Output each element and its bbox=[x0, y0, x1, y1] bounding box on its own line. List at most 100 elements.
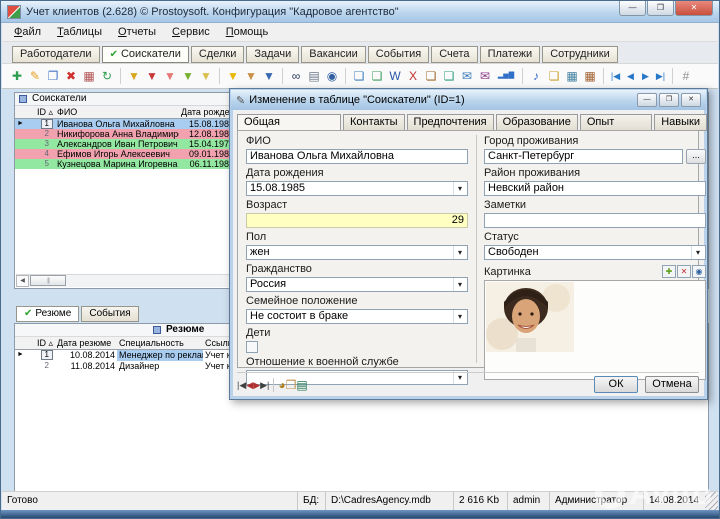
nav-next-icon[interactable]: ▶ bbox=[638, 67, 653, 85]
collapse-panel-icon[interactable] bbox=[19, 95, 27, 103]
resize-grip[interactable] bbox=[705, 492, 718, 511]
tab-staff[interactable]: Сотрудники bbox=[542, 46, 618, 63]
dropdown-arrow-icon[interactable]: ▾ bbox=[691, 246, 704, 259]
tab-invoices[interactable]: Счета bbox=[431, 46, 477, 63]
dropdown-arrow-icon[interactable]: ▾ bbox=[453, 310, 466, 323]
hotkeys-icon[interactable]: # bbox=[677, 67, 695, 85]
refresh-icon[interactable]: ↻ bbox=[98, 67, 116, 85]
dtab-experience[interactable]: Опыт работы bbox=[580, 114, 652, 131]
send-record-icon[interactable]: ❒ bbox=[286, 378, 297, 392]
resume-column-header-2[interactable]: Специальность bbox=[117, 337, 203, 349]
record-first-icon[interactable]: |◀ bbox=[237, 380, 246, 390]
citizenship-field[interactable]: Россия▾ bbox=[246, 277, 468, 292]
cancel-button[interactable]: Отмена bbox=[645, 376, 699, 393]
notes-icon[interactable]: ♪ bbox=[527, 67, 545, 85]
grid-view-icon[interactable]: ▦ bbox=[563, 67, 581, 85]
menu-reports[interactable]: Отчеты bbox=[110, 24, 164, 40]
dtab-general[interactable]: Общая информация bbox=[237, 114, 341, 131]
marital-field[interactable]: Не состоит в браке▾ bbox=[246, 309, 468, 324]
tab-vacancies[interactable]: Вакансии bbox=[301, 46, 366, 63]
filter-folder-icon[interactable]: ▼ bbox=[242, 67, 260, 85]
mail-merge-icon[interactable]: ✉ bbox=[476, 67, 494, 85]
filter-remove-icon[interactable]: ▼ bbox=[143, 67, 161, 85]
ok-button[interactable]: ОК bbox=[594, 376, 638, 393]
city-field[interactable]: Санкт-Петербург bbox=[484, 149, 683, 164]
filter-edit-icon[interactable]: ▼ bbox=[197, 67, 215, 85]
tab-tasks[interactable]: Задачи bbox=[246, 46, 299, 63]
record-last-icon[interactable]: ▶| bbox=[260, 380, 269, 390]
filter-clear-icon[interactable]: ▼ bbox=[161, 67, 179, 85]
dialog-minimize-button[interactable]: — bbox=[637, 93, 657, 107]
tab-payments[interactable]: Платежи bbox=[480, 46, 541, 63]
close-button[interactable]: ✕ bbox=[675, 1, 713, 16]
resume-column-header-1[interactable]: Дата резюме bbox=[55, 337, 117, 349]
grid-edit-icon[interactable]: ▦ bbox=[581, 67, 599, 85]
tasks-icon[interactable]: ❏ bbox=[545, 67, 563, 85]
menu-help[interactable]: Помощь bbox=[218, 24, 277, 40]
nav-last-icon[interactable]: ▶| bbox=[653, 67, 668, 85]
find-icon[interactable]: ∞ bbox=[287, 67, 305, 85]
maximize-button[interactable]: ❐ bbox=[647, 1, 674, 16]
tab-events[interactable]: События bbox=[368, 46, 429, 63]
tab-employers[interactable]: Работодатели bbox=[12, 46, 100, 63]
collapse-resume-panel-icon[interactable] bbox=[153, 326, 161, 334]
history-icon[interactable]: ◕ bbox=[278, 378, 285, 392]
menu-file[interactable]: Файл bbox=[6, 24, 49, 40]
export-excel-icon[interactable]: X bbox=[404, 67, 422, 85]
tab-deals[interactable]: Сделки bbox=[191, 46, 245, 63]
scrollbar-thumb[interactable]: ||| bbox=[30, 275, 66, 286]
dropdown-arrow-icon[interactable]: ▾ bbox=[453, 182, 466, 195]
browse-button[interactable]: ... bbox=[686, 149, 706, 164]
chart-icon[interactable]: ▂▅▇ bbox=[494, 67, 518, 85]
dtab-education[interactable]: Образование bbox=[496, 114, 578, 131]
column-header-1[interactable]: ФИО bbox=[55, 106, 179, 118]
district-field[interactable]: Невский район bbox=[484, 181, 706, 196]
minimize-button[interactable]: — bbox=[619, 1, 646, 16]
children-checkbox[interactable] bbox=[246, 341, 258, 353]
resume-column-header-0[interactable]: ID ▵ bbox=[15, 337, 55, 349]
export-html-icon[interactable]: ❏ bbox=[440, 67, 458, 85]
tab-resume-events[interactable]: События bbox=[81, 306, 138, 322]
preview-icon[interactable]: ◉ bbox=[323, 67, 341, 85]
dropdown-arrow-icon[interactable]: ▾ bbox=[453, 278, 466, 291]
excel-record-icon[interactable]: ▤ bbox=[296, 378, 307, 392]
nav-prev-icon[interactable]: ◀ bbox=[623, 67, 638, 85]
status-field[interactable]: Свободен▾ bbox=[484, 245, 706, 260]
filter-sql-icon[interactable]: ▼ bbox=[260, 67, 278, 85]
replace-record-icon[interactable]: ▦ bbox=[80, 67, 98, 85]
column-header-2[interactable]: Дата рождения bbox=[179, 106, 236, 118]
filter-set-icon[interactable]: ▼ bbox=[125, 67, 143, 85]
export-save-icon[interactable]: ❏ bbox=[368, 67, 386, 85]
fio-field[interactable]: Иванова Ольга Михайловна bbox=[246, 149, 468, 164]
nav-first-icon[interactable]: |◀ bbox=[608, 67, 623, 85]
export-word-icon[interactable]: W bbox=[386, 67, 404, 85]
copy-record-icon[interactable]: ❐ bbox=[44, 67, 62, 85]
picture-zoom-icon[interactable]: ◉ bbox=[692, 265, 706, 278]
filter-check-icon[interactable]: ▼ bbox=[179, 67, 197, 85]
delete-record-icon[interactable]: ✖ bbox=[62, 67, 80, 85]
dtab-contacts[interactable]: Контакты bbox=[343, 114, 405, 131]
edit-record-icon[interactable]: ✎ bbox=[26, 67, 44, 85]
tab-applicants[interactable]: ✔Соискатели bbox=[102, 46, 189, 63]
picture-delete-icon[interactable]: ✕ bbox=[677, 265, 691, 278]
menu-tables[interactable]: Таблицы bbox=[49, 24, 110, 40]
column-header-0[interactable]: ID ▵ bbox=[15, 106, 55, 118]
print-icon[interactable]: ▤ bbox=[305, 67, 323, 85]
dialog-maximize-button[interactable]: ❐ bbox=[659, 93, 679, 107]
birthdate-field[interactable]: 15.08.1985▾ bbox=[246, 181, 468, 196]
dtab-preferences[interactable]: Предпочтения bbox=[407, 114, 494, 131]
tab-resume[interactable]: ✔Резюме bbox=[16, 306, 79, 322]
export-report-icon[interactable]: ❏ bbox=[422, 67, 440, 85]
picture-add-icon[interactable]: ✚ bbox=[662, 265, 676, 278]
notes-field[interactable] bbox=[484, 213, 706, 228]
mail-send-icon[interactable]: ✉ bbox=[458, 67, 476, 85]
dtab-skills[interactable]: Навыки bbox=[654, 114, 707, 131]
dropdown-arrow-icon[interactable]: ▾ bbox=[453, 246, 466, 259]
menu-service[interactable]: Сервис bbox=[164, 24, 218, 40]
dialog-close-button[interactable]: ✕ bbox=[681, 93, 701, 107]
filter-favorites-icon[interactable]: ▼ bbox=[224, 67, 242, 85]
export-copy-icon[interactable]: ❏ bbox=[350, 67, 368, 85]
sex-field[interactable]: жен▾ bbox=[246, 245, 468, 260]
scroll-left-icon[interactable]: ◀ bbox=[16, 275, 29, 287]
add-record-icon[interactable]: ✚ bbox=[8, 67, 26, 85]
